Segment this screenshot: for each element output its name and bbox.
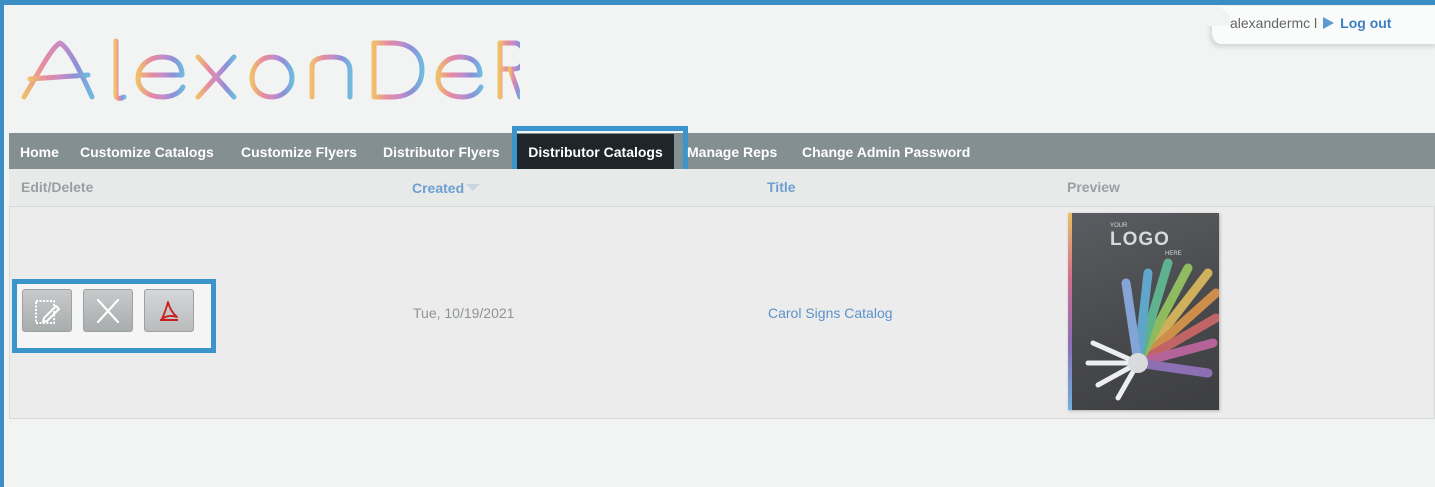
table-header: Edit/Delete Created Title Preview: [9, 169, 1435, 207]
catalogs-table: Edit/Delete Created Title Preview Tue, 1…: [9, 169, 1435, 419]
edit-icon: [35, 299, 60, 324]
nav-change-admin-password[interactable]: Change Admin Password: [802, 133, 970, 169]
delete-icon: [96, 298, 120, 323]
nav-distributor-catalogs[interactable]: Distributor Catalogs: [517, 134, 674, 169]
username-label: alexandermc l: [1230, 15, 1318, 31]
nav-home[interactable]: Home: [20, 133, 59, 169]
logout-link[interactable]: Log out: [1340, 15, 1391, 31]
window-frame-left: [0, 0, 4, 487]
nav-customize-catalogs[interactable]: Customize Catalogs: [80, 133, 214, 169]
col-title[interactable]: Title: [767, 179, 796, 195]
col-created-label: Created: [412, 180, 465, 196]
catalog-preview-image[interactable]: YOUR LOGO HERE: [1068, 213, 1219, 410]
alexander-logo: [21, 38, 520, 101]
col-created[interactable]: Created: [412, 180, 481, 196]
col-edit-delete: Edit/Delete: [21, 179, 94, 195]
fan-graphic-icon: [1085, 258, 1219, 401]
user-panel: alexandermc l Log out: [1172, 6, 1435, 44]
catalog-title-link[interactable]: Carol Signs Catalog: [768, 305, 893, 321]
delete-button[interactable]: [83, 289, 133, 332]
nav-manage-reps[interactable]: Manage Reps: [687, 133, 777, 169]
pdf-icon: [160, 300, 178, 321]
nav-customize-flyers[interactable]: Customize Flyers: [241, 133, 357, 169]
play-arrow-icon: [1323, 17, 1335, 29]
edit-button[interactable]: [22, 289, 72, 332]
window-frame-top: [0, 0, 1435, 5]
nav-distributor-flyers[interactable]: Distributor Flyers: [383, 133, 500, 169]
table-row: Tue, 10/19/2021 Carol Signs Catalog: [9, 207, 1435, 419]
pdf-button[interactable]: [144, 289, 194, 332]
col-preview: Preview: [1067, 179, 1120, 195]
created-date: Tue, 10/19/2021: [413, 305, 515, 321]
sort-down-icon: [466, 184, 481, 191]
